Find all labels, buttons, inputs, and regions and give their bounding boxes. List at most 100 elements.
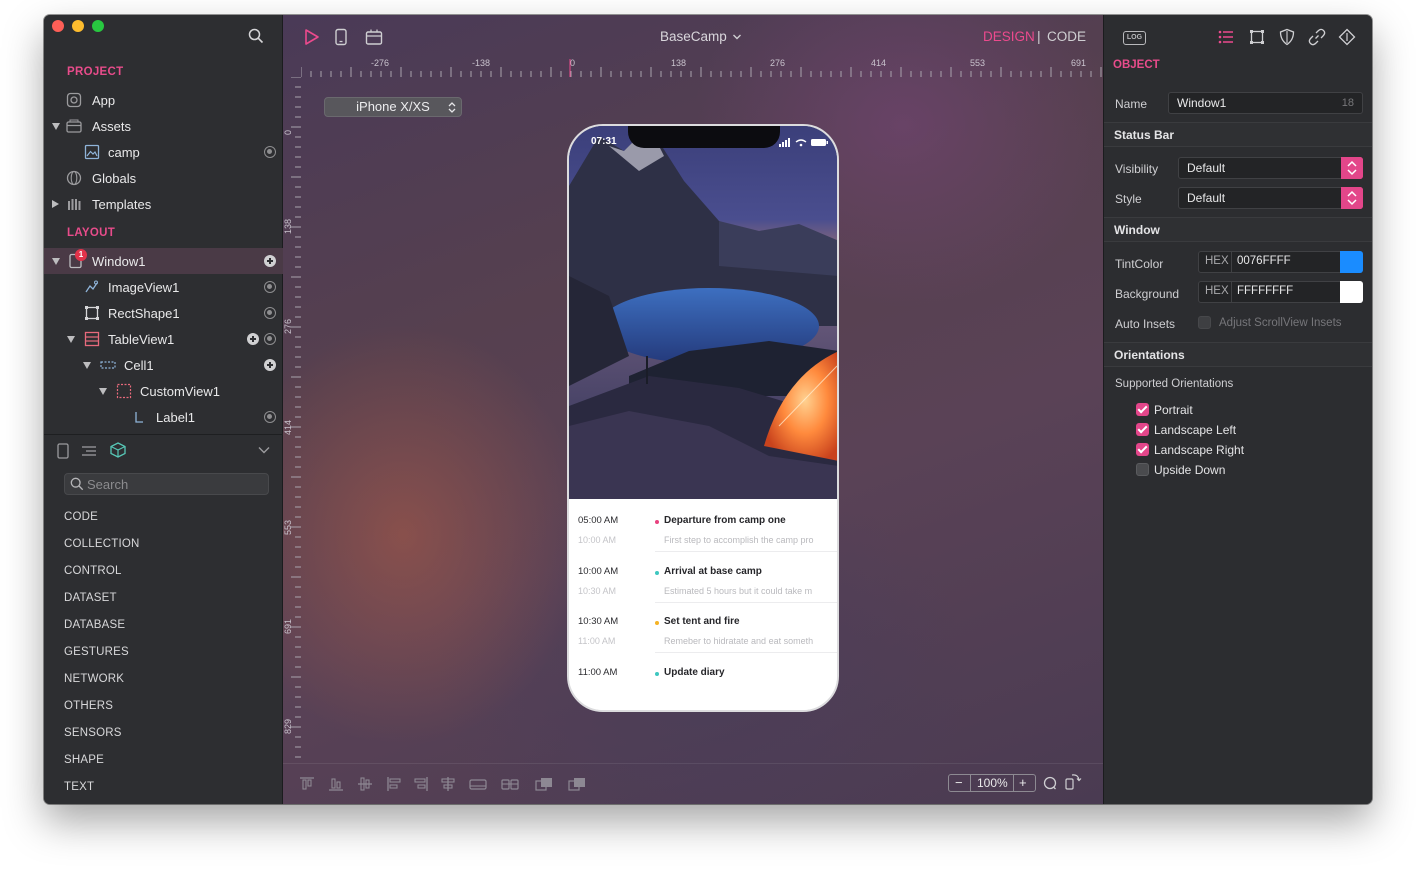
portrait-checkbox[interactable] xyxy=(1136,403,1149,416)
style-select[interactable]: Default xyxy=(1178,187,1363,209)
landscape-right-checkbox[interactable] xyxy=(1136,443,1149,456)
canvas-bottom-bar: − 100% + xyxy=(283,763,1103,804)
disclosure-triangle-icon[interactable] xyxy=(67,335,75,343)
category-others[interactable]: OTHERS xyxy=(64,700,113,712)
category-network[interactable]: NETWORK xyxy=(64,673,124,685)
tint-color-field[interactable]: HEX 0076FFFF xyxy=(1198,251,1363,273)
device-icon[interactable] xyxy=(332,28,350,46)
minimize-window-button[interactable] xyxy=(72,20,84,32)
add-child-icon[interactable] xyxy=(264,255,276,267)
disclosure-triangle-icon[interactable] xyxy=(52,257,60,265)
zoom-out-button[interactable]: − xyxy=(955,775,963,790)
project-name[interactable]: BaseCamp xyxy=(660,29,727,44)
zoom-control: − 100% + xyxy=(948,774,1036,792)
category-database[interactable]: DATABASE xyxy=(64,619,125,631)
zoom-in-button[interactable]: + xyxy=(1019,775,1027,790)
properties-list-icon[interactable] xyxy=(1217,28,1235,46)
background-color-swatch[interactable] xyxy=(1340,281,1363,303)
category-text[interactable]: TEXT xyxy=(64,781,94,793)
distribute-vertical-icon[interactable] xyxy=(501,776,519,792)
tree-item-label1[interactable]: Label1 xyxy=(44,404,283,430)
disclosure-triangle-icon[interactable] xyxy=(52,122,60,130)
add-child-icon[interactable] xyxy=(247,333,259,345)
list-library-icon[interactable] xyxy=(81,444,97,458)
camp-image-view[interactable] xyxy=(569,126,839,499)
align-left-icon[interactable] xyxy=(386,776,402,792)
visibility-toggle-icon[interactable] xyxy=(264,146,276,158)
landscape-left-checkbox[interactable] xyxy=(1136,423,1149,436)
design-mode-tab[interactable]: DESIGN xyxy=(983,29,1035,44)
code-mode-tab[interactable]: CODE xyxy=(1047,29,1086,44)
disclosure-triangle-icon[interactable] xyxy=(99,387,107,395)
visibility-toggle-icon[interactable] xyxy=(264,333,276,345)
device-library-icon[interactable] xyxy=(56,443,70,459)
category-dataset[interactable]: DATASET xyxy=(64,592,117,604)
name-field[interactable]: Window1 18 xyxy=(1168,92,1363,114)
tree-item-tableview1[interactable]: TableView1 xyxy=(44,326,283,352)
background-color-field[interactable]: HEX FFFFFFFF xyxy=(1198,281,1363,303)
chevron-down-icon[interactable] xyxy=(732,32,742,42)
storyboard-icon[interactable] xyxy=(365,28,383,46)
rotate-device-icon[interactable] xyxy=(1064,772,1082,790)
visibility-toggle-icon[interactable] xyxy=(264,411,276,423)
link-icon[interactable] xyxy=(1308,28,1326,46)
tree-item-rectshape1[interactable]: RectShape1 xyxy=(44,300,283,326)
category-collection[interactable]: COLLECTION xyxy=(64,538,140,550)
device-selector[interactable]: iPhone X/XS xyxy=(324,97,462,117)
tree-item-assets[interactable]: Assets xyxy=(44,113,283,139)
category-control[interactable]: CONTROL xyxy=(64,565,122,577)
customview-icon xyxy=(116,383,132,399)
disclosure-triangle-icon[interactable] xyxy=(52,200,59,208)
library-search-field[interactable] xyxy=(64,473,269,495)
align-right-icon[interactable] xyxy=(413,776,429,792)
tree-item-templates[interactable]: Templates xyxy=(44,191,283,217)
label-icon xyxy=(135,412,143,423)
bring-forward-icon[interactable] xyxy=(535,776,553,792)
distribute-horizontal-icon[interactable] xyxy=(469,776,487,792)
code-snippet-icon[interactable] xyxy=(1338,28,1356,46)
event-end-time: 10:30 AM xyxy=(578,586,617,596)
tree-item-app[interactable]: App xyxy=(44,87,283,113)
tree-item-label: App xyxy=(92,92,116,108)
tree-item-imageview1[interactable]: ImageView1 xyxy=(44,274,283,300)
zoom-window-button[interactable] xyxy=(92,20,104,32)
category-sensors[interactable]: SENSORS xyxy=(64,727,122,739)
tree-item-window1[interactable]: 1 Window1 xyxy=(44,248,283,274)
category-code[interactable]: CODE xyxy=(64,511,98,523)
comment-icon[interactable] xyxy=(1043,776,1057,790)
chevron-down-icon[interactable] xyxy=(258,446,270,454)
frame-icon[interactable] xyxy=(1248,28,1266,46)
search-icon[interactable] xyxy=(248,28,264,44)
align-vertical-center-icon[interactable] xyxy=(357,776,373,792)
visibility-toggle-icon[interactable] xyxy=(264,281,276,293)
design-canvas[interactable]: BaseCamp DESIGN | CODE -276 -138 0 138 2… xyxy=(283,15,1103,804)
log-button[interactable]: LOG xyxy=(1123,31,1146,45)
event-title: Set tent and fire xyxy=(664,616,740,627)
package-icon[interactable] xyxy=(110,442,126,458)
send-backward-icon[interactable] xyxy=(568,776,586,792)
visibility-select[interactable]: Default xyxy=(1178,157,1363,179)
add-child-icon[interactable] xyxy=(264,359,276,371)
zoom-level[interactable]: 100% xyxy=(977,776,1008,790)
category-gestures[interactable]: GESTURES xyxy=(64,646,129,658)
shield-icon[interactable] xyxy=(1278,28,1296,46)
disclosure-triangle-icon[interactable] xyxy=(83,361,91,369)
phone-preview[interactable]: 07:31 05:00 AM 10:00 AM Departure from c… xyxy=(567,124,839,712)
tree-item-cell1[interactable]: Cell1 xyxy=(44,352,283,378)
align-bottom-icon[interactable] xyxy=(328,776,344,792)
category-shape[interactable]: SHAPE xyxy=(64,754,104,766)
tree-item-camp[interactable]: camp xyxy=(44,139,283,165)
tree-item-globals[interactable]: Globals xyxy=(44,165,283,191)
align-top-icon[interactable] xyxy=(299,776,315,792)
play-icon[interactable] xyxy=(302,28,320,46)
upside-down-checkbox[interactable] xyxy=(1136,463,1149,476)
adjust-insets-checkbox[interactable] xyxy=(1198,316,1211,329)
close-window-button[interactable] xyxy=(52,20,64,32)
library-search-input[interactable] xyxy=(87,475,262,493)
tree-item-customview1[interactable]: CustomView1 xyxy=(44,378,283,404)
error-badge[interactable]: 1 xyxy=(75,249,87,261)
tint-color-swatch[interactable] xyxy=(1340,251,1363,273)
timeline-table-view[interactable]: 05:00 AM 10:00 AM Departure from camp on… xyxy=(569,499,837,710)
visibility-toggle-icon[interactable] xyxy=(264,307,276,319)
align-horizontal-center-icon[interactable] xyxy=(440,776,456,792)
